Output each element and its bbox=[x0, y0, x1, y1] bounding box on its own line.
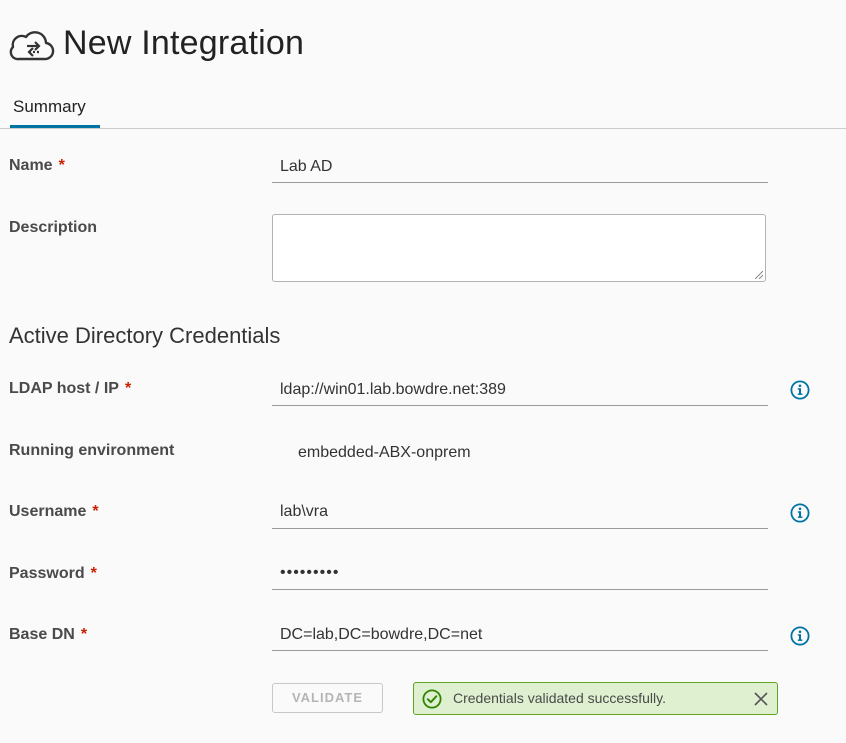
check-circle-icon bbox=[422, 689, 442, 709]
base-dn-input[interactable]: DC=lab,DC=bowdre,DC=net bbox=[280, 626, 482, 644]
description-textarea[interactable] bbox=[272, 214, 766, 282]
info-icon[interactable] bbox=[790, 380, 810, 400]
username-underline bbox=[272, 528, 768, 529]
name-input-underline bbox=[272, 182, 768, 183]
page-title: New Integration bbox=[63, 24, 305, 62]
name-input[interactable]: Lab AD bbox=[280, 158, 332, 176]
ldap-host-input[interactable]: ldap://win01.lab.bowdre.net:389 bbox=[280, 381, 506, 399]
required-marker: * bbox=[92, 503, 99, 520]
required-marker: * bbox=[80, 626, 88, 643]
base-dn-label: Base DN * bbox=[9, 626, 88, 643]
cloud-integration-icon bbox=[9, 31, 55, 61]
ldap-host-underline bbox=[272, 405, 768, 406]
required-marker: * bbox=[90, 565, 97, 582]
password-input[interactable]: ••••••••• bbox=[280, 564, 339, 582]
success-alert: Credentials validated successfully. bbox=[413, 682, 778, 715]
password-underline bbox=[272, 589, 768, 590]
name-label: Name * bbox=[9, 157, 65, 174]
info-icon[interactable] bbox=[790, 503, 810, 523]
validate-button[interactable]: VALIDATE bbox=[272, 683, 383, 713]
info-icon[interactable] bbox=[790, 626, 810, 646]
section-title: Active Directory Credentials bbox=[9, 323, 281, 348]
username-label: Username * bbox=[9, 503, 99, 520]
alert-message: Credentials validated successfully. bbox=[453, 690, 666, 706]
base-dn-underline bbox=[272, 650, 768, 651]
tab-summary[interactable]: Summary bbox=[13, 97, 86, 117]
running-environment-value: embedded-ABX-onprem bbox=[298, 444, 471, 461]
password-label: Password * bbox=[9, 565, 97, 582]
resize-grip-icon[interactable] bbox=[755, 271, 763, 279]
required-marker: * bbox=[58, 157, 65, 174]
running-environment-label: Running environment bbox=[9, 442, 175, 459]
tabs-divider bbox=[0, 128, 846, 129]
required-marker: * bbox=[124, 380, 132, 397]
ldap-host-label: LDAP host / IP * bbox=[9, 380, 132, 397]
description-label: Description bbox=[9, 219, 98, 236]
username-input[interactable]: lab\vra bbox=[280, 503, 328, 521]
close-icon[interactable] bbox=[753, 691, 769, 707]
